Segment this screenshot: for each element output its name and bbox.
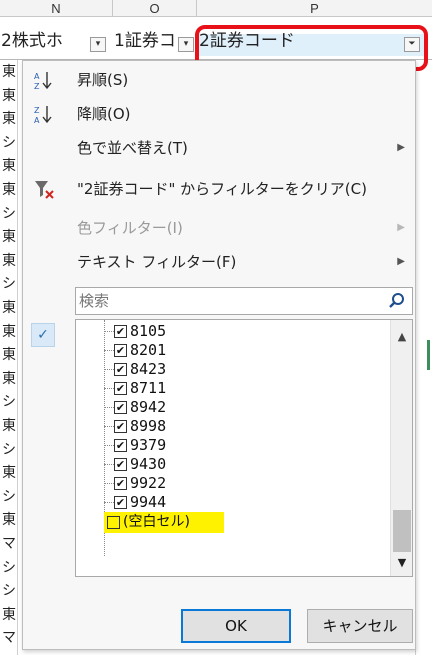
sheet-cell[interactable]: 東 bbox=[2, 321, 16, 343]
sheet-cell[interactable]: シ bbox=[2, 132, 16, 154]
filter-dropdown-button[interactable]: ▾ bbox=[90, 37, 106, 52]
svg-text:Z: Z bbox=[34, 106, 40, 115]
checkbox[interactable]: ✔ bbox=[114, 420, 127, 433]
sheet-cell[interactable]: 東 bbox=[2, 297, 16, 319]
cell-border-mark bbox=[427, 340, 430, 370]
checkbox[interactable]: ✔ bbox=[114, 458, 127, 471]
menu-item-text-filter[interactable]: テキスト フィルター(F) ▶ bbox=[23, 247, 417, 277]
svg-text:Z: Z bbox=[34, 82, 40, 91]
filter-cell-label[interactable]: 1証券コ bbox=[114, 26, 176, 51]
select-all-check-icon: ✓ bbox=[31, 323, 55, 347]
column-header-row: N O P bbox=[0, 0, 432, 17]
sheet-cell[interactable]: シ bbox=[2, 439, 16, 461]
sheet-cell[interactable]: シ bbox=[2, 486, 16, 508]
sort-ascending-icon: AZ bbox=[33, 69, 55, 91]
scroll-up-icon[interactable]: ▲ bbox=[391, 330, 412, 346]
sheet-cell[interactable]: シ bbox=[2, 580, 16, 602]
search-box bbox=[75, 287, 413, 315]
sheet-column-n-cells: 東東東シ東東シ東東シ東東東東シ東シ東シ東マシシ東マ bbox=[0, 60, 18, 655]
checkbox[interactable]: ✔ bbox=[114, 439, 127, 452]
checkbox[interactable]: ✔ bbox=[114, 401, 127, 414]
checkbox[interactable]: ✔ bbox=[114, 477, 127, 490]
checkbox[interactable]: ✔ bbox=[114, 382, 127, 395]
svg-text:A: A bbox=[34, 72, 40, 81]
filter-dropdown-button[interactable]: ▾ bbox=[178, 37, 194, 52]
sheet-cell[interactable]: 東 bbox=[2, 61, 16, 83]
sheet-cell[interactable]: 東 bbox=[2, 85, 16, 107]
sheet-cell[interactable]: 東 bbox=[2, 509, 16, 531]
submenu-arrow-icon: ▶ bbox=[397, 142, 405, 153]
menu-item-label: 昇順(S) bbox=[77, 71, 129, 89]
sheet-cell[interactable]: 東 bbox=[2, 226, 16, 248]
sheet-cell[interactable]: シ bbox=[2, 391, 16, 413]
sheet-cell[interactable]: 東 bbox=[2, 462, 16, 484]
menu-item-label: 色で並べ替え(T) bbox=[77, 139, 188, 157]
cancel-button[interactable]: キャンセル bbox=[307, 609, 413, 643]
menu-item-color-filter: 色フィルター(I) ▶ bbox=[23, 213, 417, 243]
menu-item-label: 色フィルター(I) bbox=[77, 219, 183, 237]
sheet-cell[interactable]: 東 bbox=[2, 368, 16, 390]
sheet-cell[interactable]: シ bbox=[2, 557, 16, 579]
sheet-cell[interactable]: シ bbox=[2, 273, 16, 295]
submenu-arrow-icon: ▶ bbox=[397, 222, 405, 233]
scroll-down-icon[interactable]: ▼ bbox=[391, 556, 412, 572]
sheet-cell[interactable]: 東 bbox=[2, 415, 16, 437]
svg-text:A: A bbox=[34, 116, 40, 125]
menu-item-label: "2証券コード" からフィルターをクリア(C) bbox=[77, 180, 367, 198]
sheet-cell[interactable]: 東 bbox=[2, 179, 16, 201]
menu-item-sort-ascending[interactable]: AZ 昇順(S) bbox=[23, 65, 417, 95]
menu-item-sort-descending[interactable]: ZA 降順(O) bbox=[23, 99, 417, 129]
sort-descending-icon: ZA bbox=[33, 103, 55, 125]
checkbox[interactable]: ✔ bbox=[114, 344, 127, 357]
checkbox[interactable] bbox=[107, 516, 120, 529]
sheet-cell[interactable]: 東 bbox=[2, 604, 16, 626]
list-scrollbar[interactable]: ▲ ▼ bbox=[390, 320, 412, 576]
menu-item-label: テキスト フィルター(F) bbox=[77, 253, 237, 271]
ok-button[interactable]: OK bbox=[181, 609, 291, 643]
chevron-down-icon: ▾ bbox=[95, 39, 101, 49]
checkbox[interactable]: ✔ bbox=[114, 325, 127, 338]
menu-item-sort-by-color[interactable]: 色で並べ替え(T) ▶ bbox=[23, 133, 417, 163]
column-header-p[interactable]: P bbox=[197, 0, 432, 17]
chevron-down-icon: ▾ bbox=[183, 39, 189, 49]
filter-values-list: ✔ 8105 ✔ 8201 ✔ 8423 ✔ 8711 ✔ 8942 ✔ 8998 ✔ 937… bbox=[75, 319, 413, 577]
search-input[interactable] bbox=[79, 290, 379, 312]
sheet-cell[interactable]: 東 bbox=[2, 344, 16, 366]
filter-cell-label[interactable]: 2株式ホ bbox=[1, 26, 63, 51]
scroll-thumb[interactable] bbox=[393, 510, 411, 552]
clear-filter-icon bbox=[33, 178, 55, 200]
checkbox[interactable]: ✔ bbox=[114, 363, 127, 376]
submenu-arrow-icon: ▶ bbox=[397, 256, 405, 267]
menu-item-clear-filter[interactable]: "2証券コード" からフィルターをクリア(C) bbox=[23, 174, 417, 204]
sheet-cell[interactable]: 東 bbox=[2, 108, 16, 130]
sheet-cell[interactable]: 東 bbox=[2, 155, 16, 177]
sheet-cell[interactable]: マ bbox=[2, 627, 16, 649]
sheet-cell[interactable]: シ bbox=[2, 203, 16, 225]
search-icon[interactable] bbox=[388, 292, 406, 310]
column-header-n[interactable]: N bbox=[0, 0, 113, 17]
sheet-cell[interactable]: マ bbox=[2, 533, 16, 555]
sheet-cell[interactable]: 東 bbox=[2, 250, 16, 272]
autofilter-menu: AZ 昇順(S) ZA 降順(O) 色で並べ替え(T) ▶ "2証券コード" か… bbox=[22, 60, 416, 650]
checkbox[interactable]: ✔ bbox=[114, 496, 127, 509]
blank-cells-highlight: (空白セル) bbox=[104, 512, 224, 533]
menu-item-label: 降順(O) bbox=[77, 105, 131, 123]
column-header-o[interactable]: O bbox=[113, 0, 197, 17]
